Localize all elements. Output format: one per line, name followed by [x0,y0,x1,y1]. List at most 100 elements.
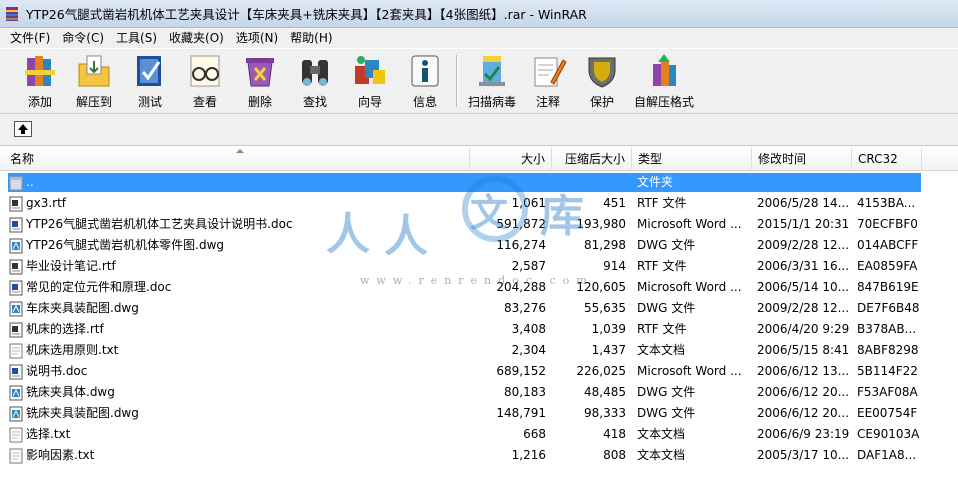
file-type: DWG 文件 [637,301,696,315]
file-type: DWG 文件 [637,406,696,420]
up-arrow-icon [18,124,28,134]
comment-button[interactable]: 注释 [518,52,578,110]
file-type: 文件夹 [637,175,674,189]
menu-bar: 文件(F) 命令(C) 工具(S) 收藏夹(O) 选项(N) 帮助(H) [0,28,958,48]
file-modified [757,172,853,193]
sfx-button[interactable]: 自解压格式 [628,52,700,110]
delete-button[interactable]: 删除 [230,52,290,110]
file-packed-size: 808 [603,448,626,462]
file-size: 116,274 [496,238,546,252]
file-name: YTP26气腿式凿岩机机体工艺夹具设计说明书.doc [26,217,293,231]
txt-file-icon [9,448,23,464]
file-type: RTF 文件 [637,196,687,210]
column-crc[interactable]: CRC32 [852,148,922,171]
file-packed-size: 914 [603,259,626,273]
file-row[interactable]: YTP26气腿式凿岩机机体零件图.dwg 116,274 81,298 DWG 文件 2… [0,235,958,256]
file-size: 80,183 [504,385,546,399]
file-name: 铣床夹具体.dwg [26,385,115,399]
column-size[interactable]: 大小 [470,148,552,171]
file-crc: 8ABF8298 [857,343,919,357]
file-row[interactable]: 铣床夹具装配图.dwg 148,791 98,333 DWG 文件 2006/6/12 … [0,403,958,424]
file-size [470,172,546,193]
file-type: RTF 文件 [637,322,687,336]
file-row[interactable]: 说明书.doc 689,152 226,025 Microsoft Word ... 2… [0,361,958,382]
file-row[interactable]: 铣床夹具体.dwg 80,183 48,485 DWG 文件 2006/6/12 20.… [0,382,958,403]
file-modified: 2006/6/12 20... [757,406,850,420]
file-size: 591,872 [496,217,546,231]
file-name: 选择.txt [26,427,71,441]
toolbar: 添加 解压到 测试 查看 删除 查找 向导 信息 扫描病毒 注释 保护 自解压格… [0,48,958,114]
file-modified: 2009/2/28 12... [757,238,850,252]
menu-help[interactable]: 帮助(H) [284,28,338,48]
menu-favorites[interactable]: 收藏夹(O) [163,28,230,48]
file-packed-size: 193,980 [576,217,626,231]
dwg-file-icon [9,385,23,401]
menu-options[interactable]: 选项(N) [230,28,284,48]
view-button[interactable]: 查看 [175,52,235,110]
binoculars-icon [302,60,328,86]
menu-tools[interactable]: 工具(S) [110,28,163,48]
add-button[interactable]: 添加 [10,52,70,110]
test-check-icon [137,56,161,86]
menu-commands[interactable]: 命令(C) [56,28,110,48]
column-packed[interactable]: 压缩后大小 [552,148,632,171]
file-row[interactable]: 机床的选择.rtf 3,408 1,039 RTF 文件 2006/4/20 9:29 B… [0,319,958,340]
path-bar [0,114,958,146]
file-type: Microsoft Word ... [637,280,742,294]
file-packed-size: 1,039 [591,322,626,336]
wizard-icon [355,56,385,84]
toolbar-separator [456,55,458,107]
info-button[interactable]: 信息 [395,52,455,110]
wizard-button[interactable]: 向导 [340,52,400,110]
file-name: 铣床夹具装配图.dwg [26,406,139,420]
doc-file-icon [9,280,23,296]
txt-file-icon [9,343,23,359]
list-header: 名称 大小 压缩后大小 类型 修改时间 CRC32 [0,148,958,171]
file-crc: CE90103A [857,427,920,441]
find-button[interactable]: 查找 [285,52,345,110]
column-modified[interactable]: 修改时间 [752,148,852,171]
extract-button[interactable]: 解压到 [64,52,124,110]
file-type: DWG 文件 [637,238,696,252]
file-modified: 2006/6/12 13... [757,364,850,378]
column-type[interactable]: 类型 [632,148,752,171]
up-folder-button[interactable] [14,121,32,137]
sfx-archive-icon [653,54,676,86]
file-row[interactable]: 机床选用原则.txt 2,304 1,437 文本文档 2006/5/15 8:41 8A… [0,340,958,361]
file-row[interactable]: 车床夹具装配图.dwg 83,276 55,635 DWG 文件 2009/2/28 1… [0,298,958,319]
file-crc: EA0859FA [857,259,918,273]
view-glasses-icon [190,55,220,87]
file-size: 2,304 [511,343,546,357]
file-packed-size: 48,485 [584,385,626,399]
file-row[interactable]: 毕业设计笔记.rtf 2,587 914 RTF 文件 2006/3/31 16... E… [0,256,958,277]
file-modified: 2006/6/12 20... [757,385,850,399]
rtf-file-icon [9,259,23,275]
dwg-file-icon [9,301,23,317]
sort-arrow-icon [236,149,244,153]
file-row[interactable]: 影响因素.txt 1,216 808 文本文档 2005/3/17 10... DAF1A… [0,445,958,466]
file-row[interactable]: .. 文件夹 [0,172,958,193]
scan-virus-button[interactable]: 扫描病毒 [462,52,522,110]
file-type: Microsoft Word ... [637,364,742,378]
file-modified: 2006/3/31 16... [757,259,850,273]
file-row[interactable]: 选择.txt 668 418 文本文档 2006/6/9 23:19 CE90103A [0,424,958,445]
column-name[interactable]: 名称 [4,148,470,171]
file-modified: 2015/1/1 20:31 [757,217,850,231]
protect-button[interactable]: 保护 [572,52,632,110]
title-bar[interactable]: YTP26气腿式凿岩机机体工艺夹具设计【车床夹具+铣床夹具】【2套夹具】【4张图… [0,0,958,28]
file-row[interactable]: 常见的定位元件和原理.doc 204,288 120,605 Microsoft Wo… [0,277,958,298]
file-row[interactable]: YTP26气腿式凿岩机机体工艺夹具设计说明书.doc 591,872 193,980… [0,214,958,235]
file-crc: F53AF08A [857,385,918,399]
file-size: 1,061 [511,196,546,210]
test-button[interactable]: 测试 [120,52,180,110]
winrar-app-icon [4,6,20,22]
file-packed-size: 81,298 [584,238,626,252]
comment-pencil-icon [534,57,567,87]
file-type: 文本文档 [637,448,686,462]
dwg-file-icon [9,238,23,254]
file-crc: 70ECFBF0 [857,217,918,231]
folder-up-icon [9,175,23,191]
menu-file[interactable]: 文件(F) [4,28,56,48]
file-row[interactable]: gx3.rtf 1,061 451 RTF 文件 2006/5/28 14... 4153… [0,193,958,214]
file-name: 影响因素.txt [26,448,95,462]
